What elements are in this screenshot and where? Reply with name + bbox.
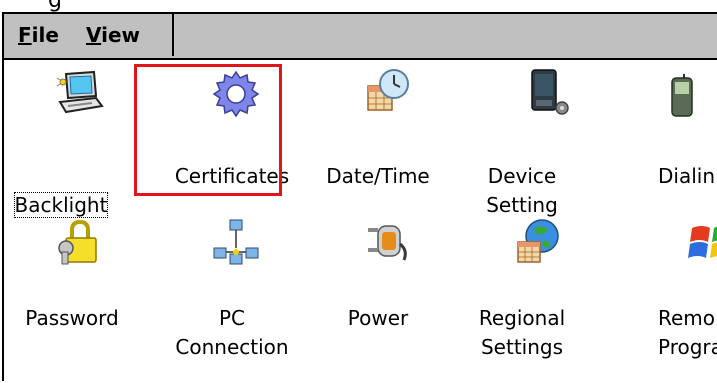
windows-logo-icon [688, 226, 717, 258]
item-certificates[interactable]: Certificates [154, 60, 304, 210]
menu-view[interactable]: View [86, 23, 140, 47]
network-pcs-icon [213, 219, 259, 265]
calendar-clock-icon [367, 69, 409, 111]
item-pc-connection[interactable]: PC Connection [154, 210, 304, 380]
power-plug-icon [368, 225, 407, 261]
gear-icon [212, 70, 260, 118]
padlock-icon [58, 219, 97, 265]
item-password[interactable]: Password [4, 210, 154, 380]
item-remove-programs[interactable]: Remo Progra [604, 210, 717, 380]
item-label-certificates: Certificates [174, 164, 290, 188]
item-label-date-time: Date/Time [326, 164, 430, 188]
backlight-laptop-icon [56, 70, 104, 114]
mobile-phone-icon [671, 74, 693, 117]
item-label-password: Password [25, 306, 119, 330]
item-label-regional-settings: Regional Settings [478, 306, 566, 359]
item-label-power: Power [347, 306, 409, 330]
item-label-dialing: Dialin [658, 164, 716, 188]
item-date-time[interactable]: Date/Time [304, 60, 454, 210]
globe-calendar-icon [517, 219, 559, 263]
icon-grid: Backlight Certificates Date/Time Device … [4, 60, 717, 383]
item-power[interactable]: Power [304, 210, 454, 380]
item-label-pc-connection: PC Connection [175, 306, 289, 359]
item-device-setting[interactable]: Device Setting [454, 60, 604, 217]
item-regional-settings[interactable]: Regional Settings [454, 210, 604, 380]
device-pda-icon [531, 69, 569, 115]
item-backlight[interactable]: Backlight [4, 60, 154, 218]
menu-file[interactable]: File [18, 23, 59, 47]
item-dialing[interactable]: Dialin [604, 60, 717, 210]
control-panel-window: File View Backlight Certificates Date/Ti… [2, 12, 717, 381]
menu-group: File View [4, 14, 174, 56]
item-label-remove-programs: Remo Progra [658, 306, 717, 359]
menu-bar: File View [4, 14, 717, 60]
